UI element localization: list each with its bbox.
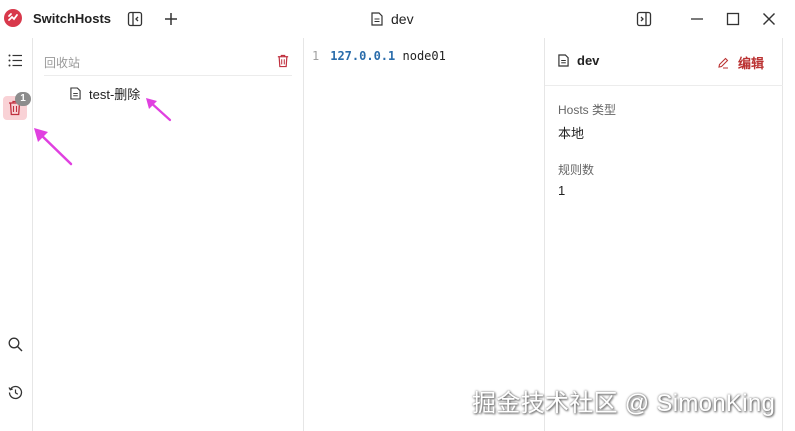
app-title: SwitchHosts xyxy=(33,11,112,26)
minimize-icon xyxy=(691,18,703,20)
watermark: 掘金技术社区 @ SimonKing xyxy=(472,390,776,417)
line-number: 1 xyxy=(312,49,320,63)
switchhosts-window: SwitchHosts dev 1 回收站 test-删除 1 127.0.0.… xyxy=(0,0,795,431)
close-icon xyxy=(763,13,775,25)
toggle-info-panel-button[interactable] xyxy=(633,8,655,30)
trash-item-label: test-删除 xyxy=(89,86,141,102)
info-title-text: dev xyxy=(577,53,600,68)
annotation-arrow-icon xyxy=(146,98,172,122)
document-icon xyxy=(70,86,81,100)
list-icon xyxy=(8,54,22,66)
edit-button[interactable]: 编辑 xyxy=(717,53,764,72)
rules-count-label: 规则数 xyxy=(558,163,595,177)
edit-icon xyxy=(718,57,729,68)
edit-button-label: 编辑 xyxy=(737,56,764,71)
hosts-type-value: 本地 xyxy=(558,126,585,141)
editor-line: 1 127.0.0.1 node01 xyxy=(312,49,446,63)
hostname: node01 xyxy=(402,49,446,63)
trash-panel-title: 回收站 xyxy=(44,56,81,70)
ip-address: 127.0.0.1 xyxy=(330,49,396,63)
search-icon xyxy=(8,337,22,351)
add-hosts-button[interactable] xyxy=(160,8,182,30)
search-button[interactable] xyxy=(3,332,27,356)
maximize-icon xyxy=(726,12,740,26)
document-icon xyxy=(558,54,569,67)
empty-trash-button[interactable] xyxy=(274,52,292,70)
rules-count-value: 1 xyxy=(558,183,566,198)
document-title: dev xyxy=(371,9,414,29)
document-title-text: dev xyxy=(391,11,414,27)
trash-panel-header: 回收站 xyxy=(44,52,292,76)
toggle-sidebar-button[interactable] xyxy=(124,8,146,30)
hosts-editor[interactable]: 1 127.0.0.1 node01 xyxy=(305,38,544,431)
minimize-button[interactable] xyxy=(686,8,708,30)
info-panel: dev 编辑 Hosts 类型 本地 规则数 1 xyxy=(544,38,783,431)
app-logo-icon xyxy=(4,9,22,27)
close-button[interactable] xyxy=(758,8,780,30)
annotation-arrow-icon xyxy=(34,128,73,166)
icon-rail: 1 xyxy=(0,38,33,431)
hosts-type-label: Hosts 类型 xyxy=(558,103,617,117)
history-icon xyxy=(7,385,22,399)
history-button[interactable] xyxy=(3,380,27,404)
trash-count-badge: 1 xyxy=(15,92,31,106)
info-title: dev xyxy=(558,53,599,68)
plus-icon xyxy=(165,13,177,25)
maximize-button[interactable] xyxy=(722,8,744,30)
trash-list-item[interactable]: test-删除 xyxy=(70,84,140,102)
title-bar: SwitchHosts dev xyxy=(0,0,795,38)
document-icon xyxy=(371,12,383,26)
toggle-sidebar-icon xyxy=(127,11,143,27)
panel-right-icon xyxy=(636,11,652,27)
list-view-button[interactable] xyxy=(3,48,27,72)
trash-icon xyxy=(277,54,289,68)
info-panel-header: dev 编辑 xyxy=(545,38,783,86)
